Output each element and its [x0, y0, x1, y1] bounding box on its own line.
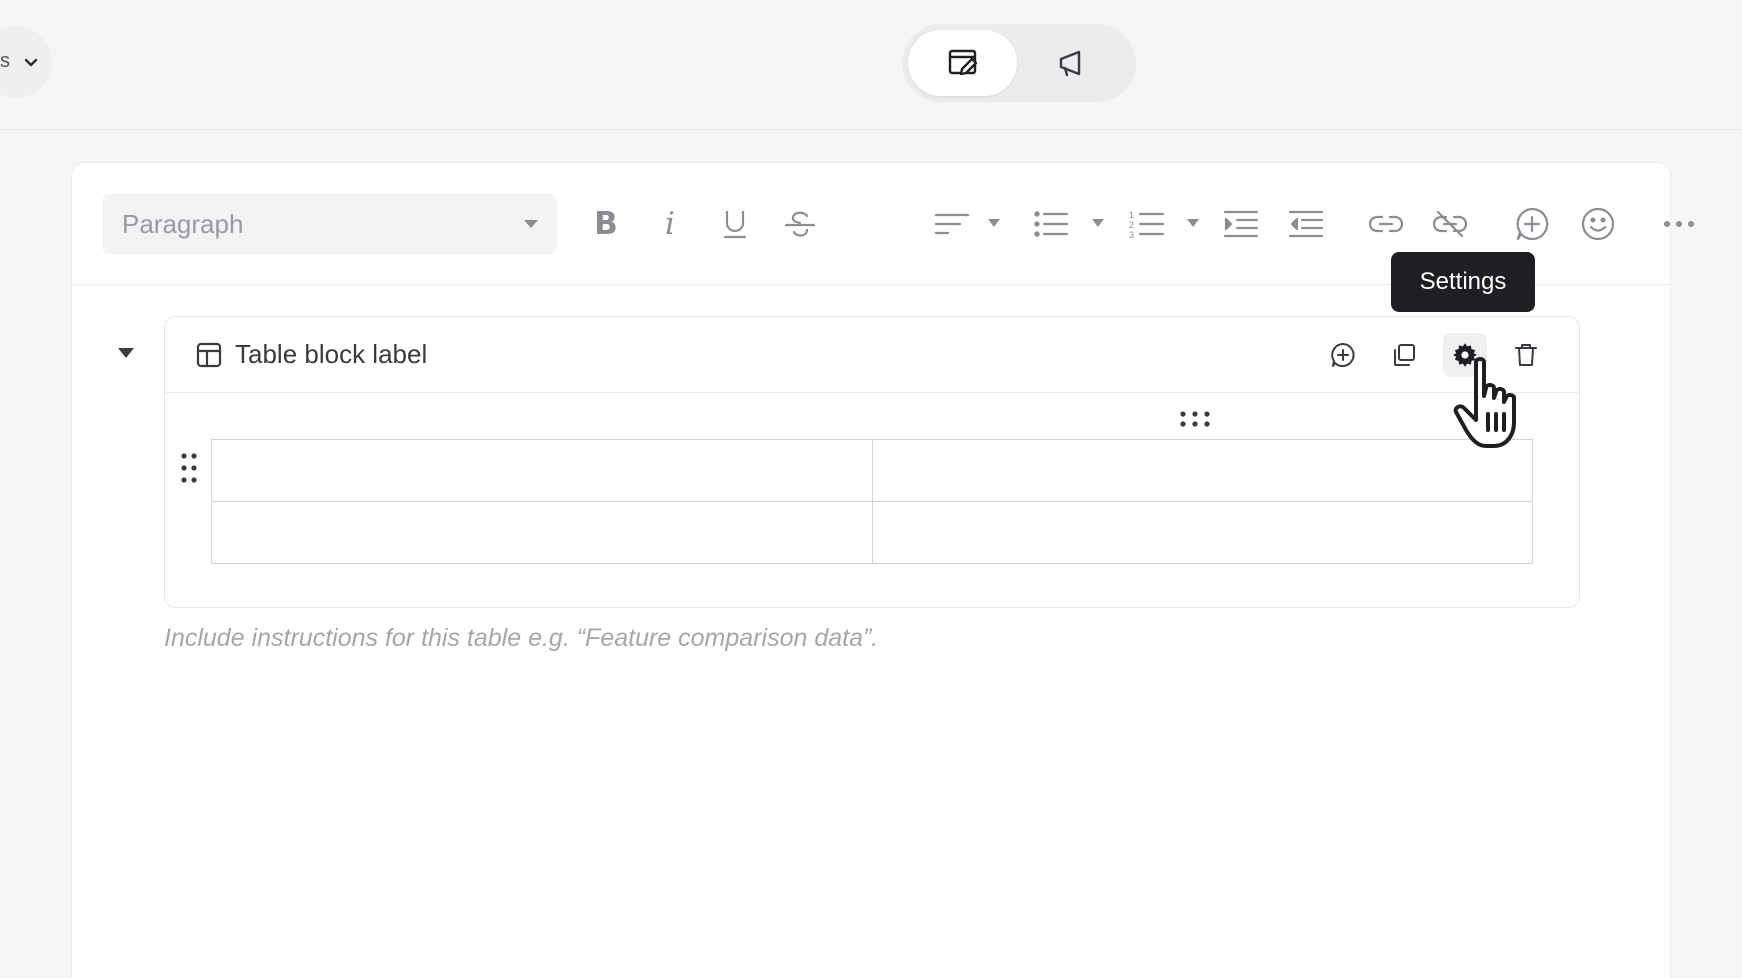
megaphone-icon	[1059, 50, 1080, 77]
tooltip-text: Settings	[1419, 268, 1507, 295]
top-bar: s	[0, 0, 1742, 130]
table-row	[211, 439, 1533, 502]
add-comment-button[interactable]	[1507, 199, 1557, 249]
row-drag-handle-icon[interactable]	[179, 451, 199, 485]
bold-icon: B	[594, 206, 618, 242]
italic-icon: i	[665, 206, 675, 242]
duplicate-block-button[interactable]	[1382, 333, 1426, 377]
chevron-down-icon	[24, 58, 38, 67]
block-type-value: Paragraph	[122, 208, 244, 239]
block-type-select[interactable]: Paragraph	[102, 194, 557, 254]
add-block-icon	[1331, 343, 1355, 367]
table-block-header: Table block label	[165, 317, 1579, 393]
settings-tooltip: Settings	[1391, 252, 1535, 312]
outdent-icon	[1288, 210, 1324, 238]
add-comment-icon	[1516, 207, 1549, 241]
bullet-list-icon	[1034, 211, 1069, 237]
table-block-label[interactable]: Table block label	[235, 339, 427, 370]
align-button[interactable]	[927, 199, 977, 249]
table-cell[interactable]	[871, 501, 1533, 564]
editor-mode-button[interactable]	[908, 30, 1017, 96]
column-drag-handle-icon[interactable]	[1178, 409, 1212, 429]
bullet-list-button[interactable]	[1026, 199, 1076, 249]
align-dropdown-caret[interactable]	[988, 219, 1000, 227]
unlink-button[interactable]	[1425, 199, 1475, 249]
svg-text:1: 1	[1129, 210, 1134, 220]
indent-button[interactable]	[1216, 199, 1266, 249]
link-icon	[1368, 215, 1404, 233]
table-instructions-input[interactable]: Include instructions for this table e.g.…	[164, 624, 878, 653]
table-cell[interactable]	[211, 439, 873, 502]
bullet-list-dropdown-caret[interactable]	[1092, 219, 1104, 227]
edit-document-icon	[948, 49, 977, 76]
underline-button[interactable]	[710, 199, 760, 249]
table-row	[211, 501, 1533, 564]
table-block: Table block label	[164, 316, 1580, 608]
underline-icon	[723, 210, 747, 239]
table-icon	[196, 342, 222, 368]
bold-button[interactable]: B	[581, 199, 631, 249]
outdent-button[interactable]	[1281, 199, 1331, 249]
collapse-block-caret[interactable]	[118, 348, 134, 358]
indent-icon	[1223, 210, 1259, 238]
strikethrough-button[interactable]	[775, 199, 825, 249]
add-block-button[interactable]	[1321, 333, 1365, 377]
numbered-list-icon: 1 2 3	[1129, 210, 1165, 239]
publish-mode-button[interactable]	[1017, 30, 1126, 96]
svg-text:2: 2	[1129, 220, 1134, 230]
emoji-icon	[1581, 207, 1615, 241]
svg-text:3: 3	[1129, 230, 1134, 239]
duplicate-icon	[1394, 344, 1415, 366]
more-options-button[interactable]	[1654, 199, 1704, 249]
italic-button[interactable]: i	[645, 199, 695, 249]
caret-down-icon	[524, 220, 538, 228]
align-left-icon	[934, 213, 970, 235]
numbered-list-dropdown-caret[interactable]	[1187, 219, 1199, 227]
emoji-button[interactable]	[1573, 199, 1623, 249]
table-cell[interactable]	[211, 501, 873, 564]
numbered-list-button[interactable]: 1 2 3	[1122, 199, 1172, 249]
link-button[interactable]	[1361, 199, 1411, 249]
unlink-icon	[1432, 210, 1468, 238]
strikethrough-icon	[784, 211, 816, 237]
mode-toggle	[902, 24, 1136, 102]
hand-pointer-cursor-icon	[1453, 357, 1516, 448]
workspace-dropdown-label: s	[0, 50, 10, 72]
table-cell[interactable]	[871, 439, 1533, 502]
workspace-dropdown[interactable]: s	[0, 26, 52, 98]
more-horizontal-icon	[1664, 221, 1694, 227]
table-grid	[211, 439, 1533, 564]
